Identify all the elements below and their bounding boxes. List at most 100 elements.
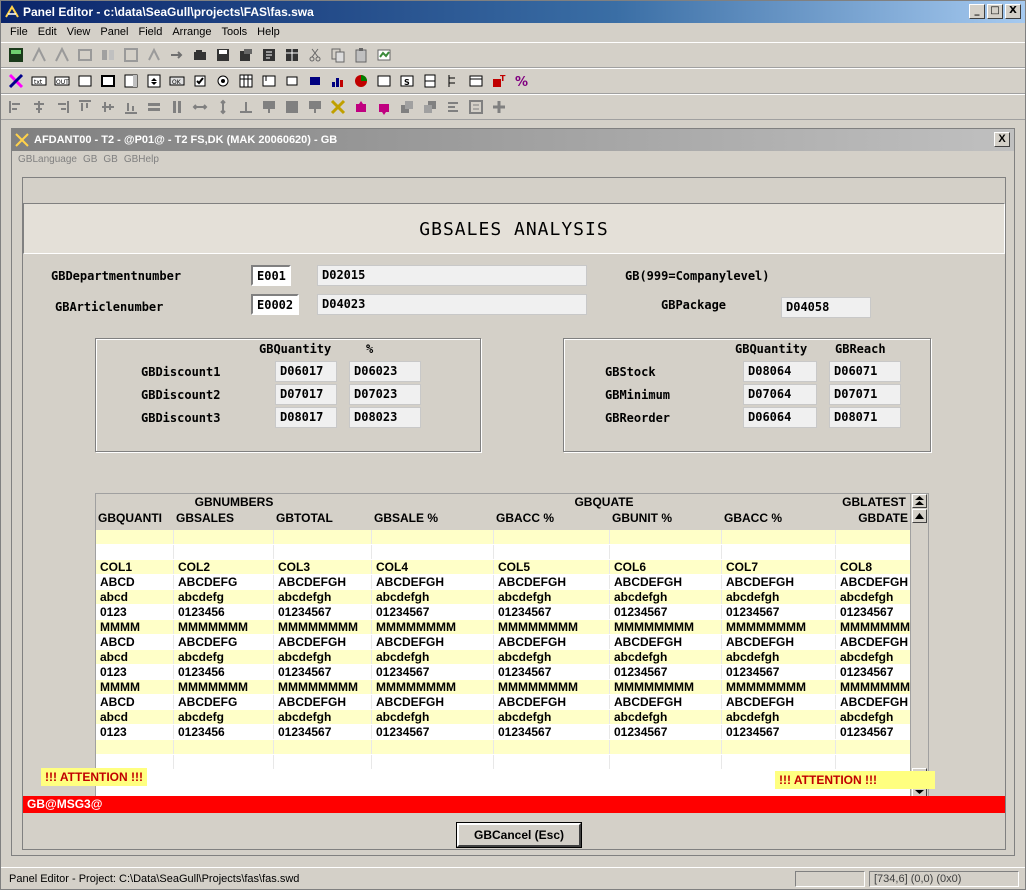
table-cell[interactable]: ABCDEFGH	[836, 695, 912, 709]
col-header-date[interactable]: GBDATE	[836, 510, 912, 526]
align-tool2-icon[interactable]	[53, 46, 71, 64]
table-cell[interactable]	[372, 755, 494, 769]
table-cell[interactable]: abcd	[96, 650, 174, 664]
center-horiz-icon[interactable]	[237, 98, 255, 116]
table-cell[interactable]: 01234567	[610, 665, 722, 679]
panel-tool-icon[interactable]	[375, 72, 393, 90]
menu-edit[interactable]: Edit	[33, 23, 62, 42]
table-row[interactable]: ABCD ABCDEFG ABCDEFGH ABCDEFGH ABCDEFGH ABCDE…	[96, 575, 928, 589]
table-cell[interactable]	[274, 530, 372, 544]
table-cell[interactable]	[610, 545, 722, 559]
table-cell[interactable]	[494, 740, 610, 754]
table-cell[interactable]	[836, 530, 912, 544]
table-cell[interactable]	[494, 530, 610, 544]
center-panel-icon[interactable]	[260, 98, 278, 116]
spinner-icon[interactable]	[145, 72, 163, 90]
table-cell[interactable]	[96, 530, 174, 544]
table-cell[interactable]: ABCDEFGH	[722, 635, 836, 649]
table-cell[interactable]: 01234567	[836, 665, 912, 679]
table-cell[interactable]: 01234567	[372, 605, 494, 619]
table-cell[interactable]: abcdefgh	[372, 650, 494, 664]
table-cell[interactable]	[174, 530, 274, 544]
align-middle-icon[interactable]	[99, 98, 117, 116]
article-value-field[interactable]: D04023	[317, 294, 587, 315]
child-menu-gb2[interactable]: GB	[103, 151, 117, 169]
table-row[interactable]: MMMM MMMMMMM MMMMMMMM MMMMMMMM MMMMMMMM MMMMM…	[96, 680, 928, 694]
reorder-reach-field[interactable]: D08071	[829, 407, 901, 428]
text-field-icon[interactable]: txt	[30, 72, 48, 90]
table-cell[interactable]: abcdefgh	[610, 590, 722, 604]
table-cell[interactable]: 01234567	[372, 665, 494, 679]
table-cell[interactable]: MMMM	[96, 620, 174, 634]
table-cell[interactable]: abcdefgh	[494, 710, 610, 724]
table-cell[interactable]: MMMMMMMM	[722, 680, 836, 694]
add-icon[interactable]	[490, 98, 508, 116]
table-cell[interactable]	[274, 545, 372, 559]
table-cell[interactable]: 01234567	[836, 725, 912, 739]
table-cell[interactable]	[610, 530, 722, 544]
table-row[interactable]: 0123 0123456 01234567 01234567 01234567 01234…	[96, 725, 928, 739]
minimize-button[interactable]: _	[969, 4, 985, 19]
properties-icon[interactable]	[260, 46, 278, 64]
child-menu-help[interactable]: GBHelp	[124, 151, 159, 169]
sales-subfile-grid[interactable]: GBNUMBERS GBQUATE GBLATEST GBQUANTI GBSA…	[95, 493, 929, 797]
table-cell[interactable]	[274, 755, 372, 769]
percent-tool-icon[interactable]: %	[513, 72, 531, 90]
table-row[interactable]: 0123 0123456 01234567 01234567 01234567 01234…	[96, 605, 928, 619]
scroll-top-button[interactable]	[912, 494, 927, 508]
table-icon[interactable]	[283, 46, 301, 64]
table-cell[interactable]	[274, 740, 372, 754]
table-cell[interactable]	[372, 740, 494, 754]
table-row[interactable]: MMMM MMMMMMM MMMMMMMM MMMMMMMM MMMMMMMM MMMMM…	[96, 620, 928, 634]
table-cell[interactable]: abcdefgh	[372, 710, 494, 724]
table-cell[interactable]: ABCDEFGH	[722, 695, 836, 709]
table-cell[interactable]: ABCDEFGH	[274, 695, 372, 709]
col-header-acc2-pct[interactable]: GBACC %	[722, 510, 836, 526]
table-cell[interactable]: 01234567	[274, 725, 372, 739]
table-cell[interactable]: 01234567	[722, 725, 836, 739]
open-icon[interactable]	[191, 46, 209, 64]
send-back-icon[interactable]	[421, 98, 439, 116]
table-cell[interactable]: 01234567	[494, 605, 610, 619]
table-cell[interactable]: MMMMMMMM	[722, 620, 836, 634]
menu-tool-icon[interactable]	[467, 72, 485, 90]
layout-tool-icon[interactable]	[99, 46, 117, 64]
table-cell[interactable]: abcdefgh	[722, 650, 836, 664]
radio-tool-icon[interactable]	[214, 72, 232, 90]
table-cell[interactable]: abcdefgh	[836, 710, 912, 724]
table-cell[interactable]: 01234567	[722, 665, 836, 679]
table-cell[interactable]: 0123456	[174, 725, 274, 739]
discount2-qty-field[interactable]: D07017	[275, 384, 337, 405]
discount3-qty-field[interactable]: D08017	[275, 407, 337, 428]
table-cell[interactable]: abcdefgh	[836, 590, 912, 604]
move-field-icon[interactable]	[352, 98, 370, 116]
menu-file[interactable]: File	[5, 23, 33, 42]
align-tool-icon[interactable]	[30, 46, 48, 64]
table-cell[interactable]: ABCDEFGH	[372, 695, 494, 709]
new-panel-icon[interactable]	[7, 46, 25, 64]
discount3-pct-field[interactable]: D08023	[349, 407, 421, 428]
menu-tools[interactable]: Tools	[216, 23, 252, 42]
table-cell[interactable]: 0123	[96, 605, 174, 619]
image-tool-icon[interactable]	[260, 72, 278, 90]
table-cell[interactable]: COL3	[274, 560, 372, 574]
stock-reach-field[interactable]: D06071	[829, 361, 901, 382]
col-header-quanti[interactable]: GBQUANTI	[96, 510, 174, 526]
minimum-qty-field[interactable]: D07064	[743, 384, 817, 405]
table-cell[interactable]: MMMMMMM	[174, 620, 274, 634]
table-cell[interactable]: abcdefgh	[274, 710, 372, 724]
table-cell[interactable]: 0123456	[174, 665, 274, 679]
field-list-icon[interactable]	[467, 98, 485, 116]
table-cell[interactable]	[372, 545, 494, 559]
title-bar[interactable]: Panel Editor - c:\data\SeaGull\projects\…	[1, 1, 1025, 23]
table-cell[interactable]: MMMMMMMM	[610, 620, 722, 634]
discount1-qty-field[interactable]: D06017	[275, 361, 337, 382]
menu-help[interactable]: Help	[252, 23, 285, 42]
table-cell[interactable]: MMMMMMMM	[274, 680, 372, 694]
table-cell[interactable]: ABCDEFGH	[494, 575, 610, 589]
table-cell[interactable]: MMMMMMMM	[372, 680, 494, 694]
size-tool2-icon[interactable]	[306, 98, 324, 116]
child-title-bar[interactable]: AFDANT00 - T2 - @P01@ - T2 FS,DK (MAK 20…	[12, 129, 1014, 151]
table-cell[interactable]: abcdefgh	[722, 710, 836, 724]
table-cell[interactable]: 0123	[96, 725, 174, 739]
